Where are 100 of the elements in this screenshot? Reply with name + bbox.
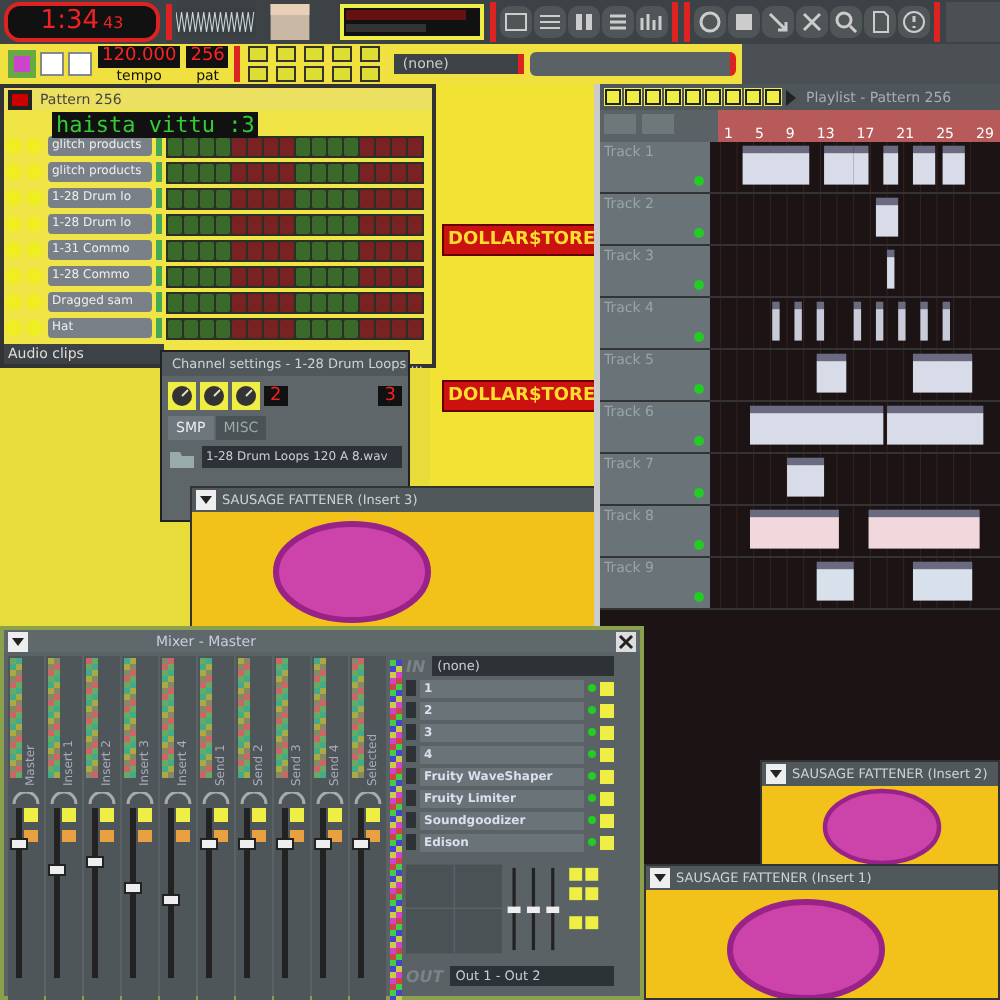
toggle-button[interactable] xyxy=(360,66,381,82)
peak-meter-drawing xyxy=(314,658,326,778)
record-icon[interactable] xyxy=(8,89,32,109)
audio-clips-drawing[interactable] xyxy=(742,145,965,185)
status-dot-icon[interactable] xyxy=(694,540,704,550)
fader-thumb[interactable] xyxy=(351,838,369,851)
pan-knob-icon[interactable] xyxy=(164,792,192,804)
toggle-button[interactable] xyxy=(304,46,325,62)
folder-icon[interactable] xyxy=(168,447,196,467)
pan-knob-icon[interactable] xyxy=(126,792,154,804)
toggle-button[interactable] xyxy=(248,46,269,62)
mix-knob[interactable] xyxy=(327,808,341,822)
toolbar-button[interactable] xyxy=(602,6,634,38)
mix-knob[interactable] xyxy=(251,808,265,822)
lines-icon[interactable] xyxy=(539,15,561,29)
toolbar-button[interactable] xyxy=(636,6,668,38)
mix-knob[interactable] xyxy=(365,808,379,822)
audio-clips-drawing[interactable] xyxy=(887,249,895,289)
tempo-display[interactable]: 120.000 xyxy=(98,45,181,67)
dropdown-arrow-icon[interactable] xyxy=(196,490,216,510)
toolbar-button[interactable] xyxy=(796,6,828,38)
audio-clips-drawing[interactable] xyxy=(816,561,973,601)
fader-thumb[interactable] xyxy=(47,864,65,876)
audio-clips-drawing[interactable] xyxy=(787,457,825,497)
peak-meter-drawing xyxy=(48,658,60,778)
audio-clips-drawing[interactable] xyxy=(750,509,980,549)
toolbar-button[interactable] xyxy=(534,6,566,38)
window-icon[interactable] xyxy=(505,13,527,31)
dropdown-arrow-icon[interactable] xyxy=(766,764,786,784)
status-dot-icon[interactable] xyxy=(694,592,704,602)
toggle-button[interactable] xyxy=(360,46,381,62)
mix-knob[interactable] xyxy=(61,808,75,822)
pan-knob-icon[interactable] xyxy=(50,792,78,804)
toolbar-button[interactable] xyxy=(864,6,896,38)
status-dot-icon[interactable] xyxy=(694,176,704,186)
color-swatch-icon[interactable] xyxy=(8,50,36,78)
peak-meter-drawing xyxy=(238,658,250,778)
close-icon[interactable] xyxy=(616,631,636,651)
toggle-button[interactable] xyxy=(276,66,297,82)
toggle-button[interactable] xyxy=(332,46,353,62)
mix-knob[interactable] xyxy=(99,808,113,822)
audio-clips-drawing[interactable] xyxy=(750,405,984,445)
status-dot-icon[interactable] xyxy=(694,488,704,498)
toolbar-button[interactable] xyxy=(500,6,532,38)
channel-select-light[interactable] xyxy=(156,136,162,156)
fader-thumb[interactable] xyxy=(9,838,27,851)
mix-knob[interactable] xyxy=(213,808,227,822)
fader-thumb[interactable] xyxy=(199,838,217,851)
fader-thumb[interactable] xyxy=(313,838,331,851)
bars-icon[interactable] xyxy=(576,14,592,30)
fader-thumb[interactable] xyxy=(123,881,141,893)
audio-clips-drawing[interactable] xyxy=(816,353,973,393)
audio-clips-drawing[interactable] xyxy=(875,197,899,237)
status-dot-icon[interactable] xyxy=(588,750,596,758)
pan-knob-icon[interactable] xyxy=(88,792,116,804)
mix-knob[interactable] xyxy=(289,808,303,822)
status-dot-icon[interactable] xyxy=(588,728,596,736)
fader-thumb[interactable] xyxy=(85,855,103,868)
status-dot-icon[interactable] xyxy=(694,332,704,342)
status-dot-icon[interactable] xyxy=(694,384,704,394)
status-dot-icon[interactable] xyxy=(588,684,596,692)
audio-clips-drawing[interactable] xyxy=(772,301,950,341)
mix-knob[interactable] xyxy=(137,808,151,822)
pan-knob-icon[interactable] xyxy=(316,792,344,804)
toggle-button[interactable] xyxy=(304,66,325,82)
mode-button[interactable] xyxy=(40,52,64,76)
toolbar-button[interactable] xyxy=(728,6,760,38)
toolbar-button[interactable] xyxy=(568,6,600,38)
status-dot-icon[interactable] xyxy=(694,228,704,238)
document-icon[interactable] xyxy=(873,11,889,33)
pan-knob-icon[interactable] xyxy=(278,792,306,804)
status-dot-icon[interactable] xyxy=(588,706,596,714)
mix-knob[interactable] xyxy=(175,808,189,822)
fader-thumb[interactable] xyxy=(161,894,179,907)
dropdown-arrow-icon[interactable] xyxy=(650,868,670,888)
arrow-icon[interactable] xyxy=(768,12,788,32)
pan-knob-icon[interactable] xyxy=(12,792,40,804)
dropdown-arrow-icon[interactable] xyxy=(8,631,28,651)
toggle-button[interactable] xyxy=(276,46,297,62)
pan-knob-icon[interactable] xyxy=(354,792,382,804)
mix-knob[interactable] xyxy=(23,808,37,822)
meter-icon[interactable] xyxy=(640,12,662,32)
pan-knob-icon[interactable] xyxy=(202,792,230,804)
status-dot-icon[interactable] xyxy=(588,794,596,802)
toolbar-button[interactable] xyxy=(762,6,794,38)
status-dot-icon[interactable] xyxy=(588,816,596,824)
pattern-display[interactable]: 256 xyxy=(186,45,229,67)
fader-thumb[interactable] xyxy=(275,838,293,851)
status-dot-icon[interactable] xyxy=(694,436,704,446)
toggle-button[interactable] xyxy=(248,66,269,82)
toggle-button[interactable] xyxy=(332,66,353,82)
fader-thumb[interactable] xyxy=(237,838,255,851)
status-dot-icon[interactable] xyxy=(588,772,596,780)
peak-meter-drawing xyxy=(86,658,98,778)
browser-dropdown[interactable] xyxy=(530,52,737,76)
mode-button[interactable] xyxy=(68,52,92,76)
status-dot-icon[interactable] xyxy=(694,280,704,290)
pan-knob-icon[interactable] xyxy=(240,792,268,804)
status-dot-icon[interactable] xyxy=(588,838,596,846)
list-icon[interactable] xyxy=(608,14,628,30)
